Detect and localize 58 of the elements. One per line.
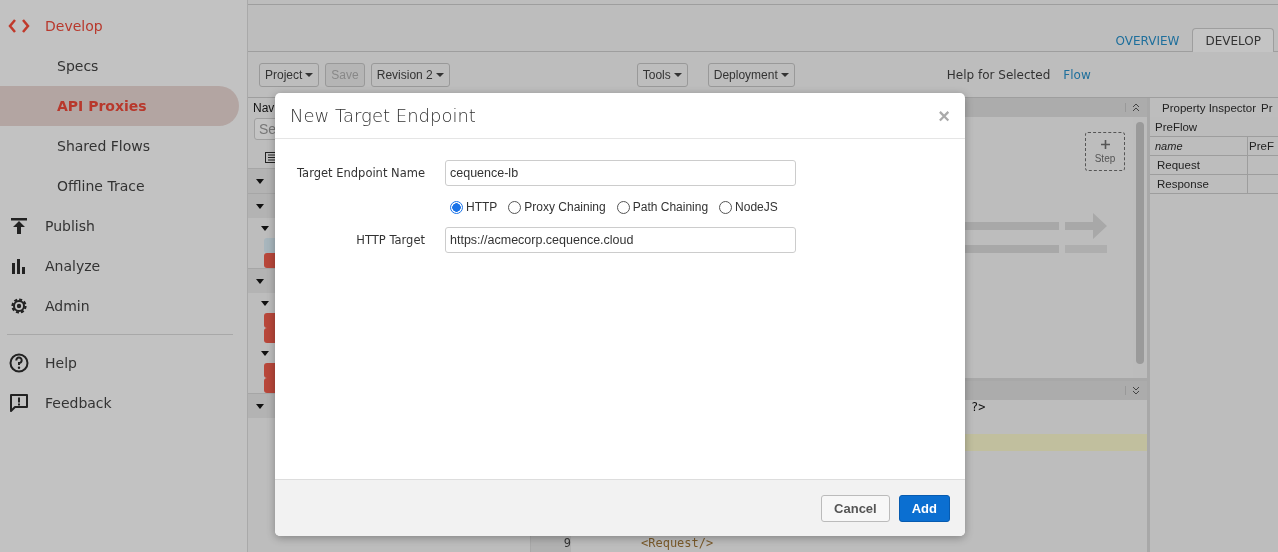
list-icon[interactable] (265, 151, 277, 163)
input-field[interactable]: cequence-lb (445, 160, 796, 186)
upload-icon (8, 217, 30, 235)
field-label: Target Endpoint Name (296, 166, 425, 180)
field-label: HTTP Target (355, 233, 425, 247)
toolbar-button[interactable]: Tools (636, 62, 688, 87)
dialog-button[interactable]: Cancel (821, 494, 890, 522)
property-value: PreF (1249, 140, 1274, 152)
radio-label[interactable]: Path Chaining (632, 200, 709, 214)
radio-label[interactable]: Proxy Chaining (524, 200, 606, 214)
property-name: name (1150, 137, 1248, 155)
settings-icon (8, 296, 30, 316)
dialog-button[interactable]: Add (898, 494, 950, 522)
plus-icon (1100, 139, 1110, 149)
radio-button[interactable] (508, 200, 522, 214)
code-line: <Request/> (641, 536, 714, 550)
panel-title: Nav (252, 100, 275, 116)
code-line: ?> (971, 400, 986, 414)
property-name: Request (1150, 156, 1248, 174)
triangle-icon[interactable] (256, 203, 264, 209)
nav-item[interactable]: Specs (0, 46, 239, 86)
panel-title: Property Inspector (1162, 101, 1256, 114)
dialog-title: New Target Endpoint (290, 105, 476, 126)
triangle-icon[interactable] (256, 403, 264, 409)
radio-button[interactable] (616, 200, 630, 214)
help-icon (8, 353, 30, 373)
toolbar-button[interactable]: Deployment (707, 62, 795, 87)
step-label: Step (1094, 152, 1116, 164)
triangle-icon[interactable] (261, 300, 269, 306)
radio-button[interactable] (719, 200, 733, 214)
help-label: Help for Selected (946, 67, 1051, 82)
triangle-icon[interactable] (261, 350, 269, 356)
line-number: 9 (563, 536, 571, 550)
triangle-icon[interactable] (261, 225, 269, 231)
toolbar-button[interactable]: Project (259, 62, 320, 87)
toolbar-button[interactable]: Revision 2 (370, 62, 450, 87)
input-field[interactable]: https://acmecorp.cequence.cloud (445, 227, 796, 253)
expand-icon[interactable] (1125, 386, 1140, 395)
nav-item[interactable]: Shared Flows (0, 126, 239, 166)
radio-label[interactable]: NodeJS (735, 200, 778, 214)
feedback-icon (8, 393, 30, 413)
nav-item[interactable]: Analyze (45, 258, 101, 274)
code-brackets-icon (8, 19, 30, 33)
scrollbar-thumb[interactable] (1136, 122, 1144, 364)
triangle-icon[interactable] (256, 178, 264, 184)
nav-item[interactable]: Offline Trace (0, 166, 239, 206)
radio-label[interactable]: HTTP (466, 200, 498, 214)
property-name: Response (1150, 175, 1248, 193)
tab[interactable]: DEVELOP (1192, 28, 1274, 52)
triangle-icon[interactable] (256, 278, 264, 284)
add-step-button[interactable]: Step (1085, 132, 1125, 171)
nav-item[interactable]: Publish (45, 218, 95, 234)
collapse-icon[interactable] (1125, 103, 1140, 112)
panel-title: Pr (1260, 101, 1273, 114)
nav-item[interactable]: Feedback (45, 395, 112, 411)
nav-item[interactable]: Help (45, 355, 77, 371)
nav-item[interactable]: Admin (45, 298, 90, 314)
radio-button[interactable] (450, 200, 463, 214)
